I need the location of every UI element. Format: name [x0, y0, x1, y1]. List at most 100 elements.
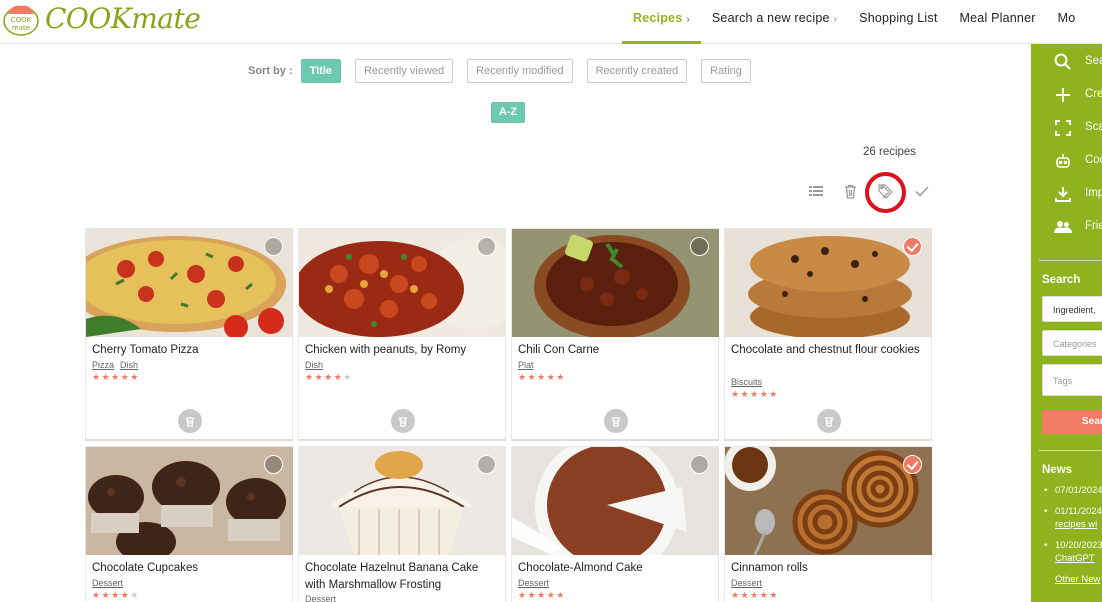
recipe-image-chestnut-cookies[interactable]: [725, 229, 932, 337]
delete-recipe-button[interactable]: [604, 409, 628, 433]
select-checkbox-checked[interactable]: [903, 455, 922, 474]
recipe-title[interactable]: Chocolate Hazelnut Banana Cake with Mars…: [305, 560, 501, 594]
recipe-tags: Plat: [518, 360, 540, 370]
news-heading: News: [1042, 464, 1073, 476]
recipe-image-hazelnut-banana-cake[interactable]: [299, 447, 506, 555]
sidebar-item-create[interactable]: Cre: [1031, 83, 1102, 107]
top-header: COOK mate COOKmate Recipes › Search a new…: [0, 0, 1102, 44]
other-news-link[interactable]: Other New: [1055, 574, 1100, 585]
sidebar-item-scan[interactable]: Sca: [1031, 116, 1102, 140]
tag-link[interactable]: Biscuits: [731, 377, 762, 387]
scan-icon: [1055, 120, 1071, 136]
trash-icon: [612, 416, 620, 427]
recipe-tags: Dessert: [731, 578, 768, 588]
nav-meal-planner[interactable]: Meal Planner: [949, 0, 1047, 44]
news-link[interactable]: ChatGPT: [1055, 552, 1102, 565]
recipe-card[interactable]: Chocolate Hazelnut Banana Cake with Mars…: [298, 446, 506, 602]
recipe-card[interactable]: Chocolate and chestnut flour cookies Bis…: [724, 228, 932, 441]
sidebar-divider: [1039, 450, 1102, 451]
checkmark-icon[interactable]: [907, 176, 937, 206]
news-item[interactable]: 07/01/2024: [1044, 484, 1102, 497]
right-sidebar: Sea Cre Sca Coo Imp Frie Search Ingredie…: [1031, 44, 1102, 602]
trash-icon[interactable]: [835, 176, 865, 206]
search-icon: [1054, 53, 1071, 70]
recipe-image-chocolate-almond-cake[interactable]: [512, 447, 719, 555]
sidebar-divider: [1039, 260, 1102, 261]
sort-rating-button[interactable]: Rating: [701, 59, 751, 83]
sort-order-toggle[interactable]: A-Z: [491, 102, 525, 123]
rating-stars: ★★★★★: [92, 372, 140, 382]
tag-icon-highlight-circle: [865, 172, 906, 213]
select-checkbox[interactable]: [477, 455, 496, 474]
news-item[interactable]: 01/11/2024recipes wi: [1044, 505, 1102, 531]
tag-link[interactable]: Dish: [305, 360, 323, 370]
recipe-card[interactable]: Chocolate Cupcakes Dessert ★★★★★: [85, 446, 293, 602]
sidebar-item-cooking-assistant[interactable]: Coo: [1031, 149, 1102, 173]
select-checkbox[interactable]: [264, 237, 283, 256]
recipe-card[interactable]: Cinnamon rolls Dessert ★★★★★: [724, 446, 932, 602]
recipe-tags: Pizza Dish: [92, 360, 144, 370]
recipe-card[interactable]: Chicken with peanuts, by Romy Dish ★★★★★: [298, 228, 506, 441]
tag-link[interactable]: Dish: [120, 360, 138, 370]
sidebar-search-button[interactable]: Sear: [1042, 410, 1102, 434]
recipe-title[interactable]: Chili Con Carne: [518, 342, 714, 359]
chevron-right-icon: ›: [833, 14, 838, 25]
recipe-image-chili-con-carne[interactable]: [512, 229, 719, 337]
sidebar-item-search[interactable]: Sea: [1031, 50, 1102, 74]
tags-input[interactable]: Tags: [1042, 364, 1102, 396]
rating-stars: ★★★★★: [731, 590, 779, 600]
tag-link[interactable]: Dessert: [731, 578, 762, 588]
sort-title-button[interactable]: Title: [300, 59, 342, 83]
delete-recipe-button[interactable]: [391, 409, 415, 433]
sidebar-item-friends[interactable]: Frie: [1031, 215, 1102, 239]
recipe-title[interactable]: Chicken with peanuts, by Romy: [305, 342, 501, 359]
news-item[interactable]: 10/20/2023ChatGPT: [1044, 539, 1102, 565]
recipe-card[interactable]: Chili Con Carne Plat ★★★★★: [511, 228, 719, 441]
delete-recipe-button[interactable]: [178, 409, 202, 433]
recipe-image-chicken-peanuts[interactable]: [299, 229, 506, 337]
recipe-image-cinnamon-rolls[interactable]: [725, 447, 932, 555]
recipe-title[interactable]: Chocolate-Almond Cake: [518, 560, 714, 577]
sidebar-search-heading: Search: [1042, 274, 1081, 286]
sidebar-item-import[interactable]: Imp: [1031, 182, 1102, 206]
rating-stars: ★★★★★: [92, 590, 140, 600]
recipe-image-pizza[interactable]: [86, 229, 293, 337]
recipe-title[interactable]: Cherry Tomato Pizza: [92, 342, 288, 359]
sort-recently-created-button[interactable]: Recently created: [586, 59, 688, 83]
sort-label: Sort by :: [248, 65, 293, 77]
recipe-tags: Dessert: [305, 594, 342, 602]
nav-recipes[interactable]: Recipes ›: [622, 0, 701, 44]
sort-recently-modified-button[interactable]: Recently modified: [467, 59, 573, 83]
recipe-image-chocolate-cupcakes[interactable]: [86, 447, 293, 555]
recipe-title[interactable]: Chocolate and chestnut flour cookies: [731, 342, 927, 359]
logo-badge-icon: COOK mate: [3, 5, 39, 36]
select-checkbox[interactable]: [690, 237, 709, 256]
nav-search-new-recipe[interactable]: Search a new recipe ›: [701, 0, 848, 44]
categories-select[interactable]: Categories: [1042, 330, 1102, 356]
svg-text:COOK: COOK: [11, 16, 32, 24]
recipe-title[interactable]: Cinnamon rolls: [731, 560, 927, 577]
nav-shopping-list[interactable]: Shopping List: [848, 0, 948, 44]
cookmate-logo[interactable]: COOK mate COOKmate: [0, 0, 201, 40]
tag-link[interactable]: Plat: [518, 360, 534, 370]
news-link[interactable]: recipes wi: [1055, 518, 1102, 531]
ingredient-search-input[interactable]: Ingredient,: [1042, 296, 1102, 322]
tag-link[interactable]: Dessert: [305, 594, 336, 602]
select-checkbox[interactable]: [690, 455, 709, 474]
tag-link[interactable]: Dessert: [92, 578, 123, 588]
tag-link[interactable]: Pizza: [92, 360, 114, 370]
recipe-tags: Dessert: [518, 578, 555, 588]
recipe-title[interactable]: Chocolate Cupcakes: [92, 560, 288, 577]
rating-stars: ★★★★★: [518, 372, 566, 382]
nav-more[interactable]: Mo: [1047, 0, 1087, 44]
select-checkbox-checked[interactable]: [903, 237, 922, 256]
list-view-icon[interactable]: [801, 176, 831, 206]
recipe-tags: Dish: [305, 360, 329, 370]
select-checkbox[interactable]: [264, 455, 283, 474]
recipe-card[interactable]: Chocolate-Almond Cake Dessert ★★★★★: [511, 446, 719, 602]
delete-recipe-button[interactable]: [817, 409, 841, 433]
recipe-card[interactable]: Cherry Tomato Pizza Pizza Dish ★★★★★: [85, 228, 293, 441]
sort-recently-viewed-button[interactable]: Recently viewed: [355, 59, 454, 83]
tag-link[interactable]: Dessert: [518, 578, 549, 588]
select-checkbox[interactable]: [477, 237, 496, 256]
